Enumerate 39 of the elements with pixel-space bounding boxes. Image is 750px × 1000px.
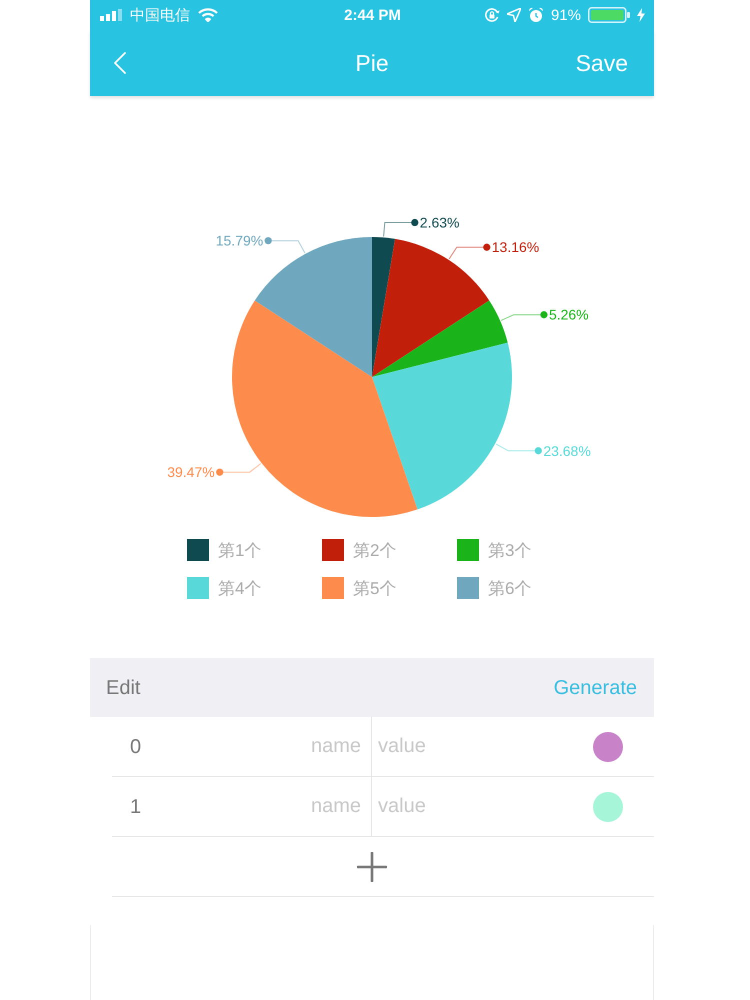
row-index: 1 bbox=[130, 796, 142, 816]
data-label: 13.16% bbox=[492, 239, 540, 256]
legend-label: 第2个 bbox=[353, 542, 396, 558]
leader-line bbox=[264, 237, 306, 254]
chevron-left-icon bbox=[114, 52, 126, 74]
leader-line bbox=[383, 218, 418, 237]
signal-icon bbox=[100, 9, 122, 21]
battery-icon bbox=[588, 7, 630, 23]
data-label: 39.47% bbox=[167, 464, 215, 480]
data-label: 2.63% bbox=[420, 214, 460, 231]
legend-label: 第6个 bbox=[488, 580, 532, 596]
legend-label: 第5个 bbox=[353, 580, 396, 596]
charging-bolt-icon bbox=[637, 8, 645, 22]
data-label: 23.68% bbox=[543, 442, 591, 459]
leader-line bbox=[500, 311, 548, 321]
alarm-clock-icon bbox=[528, 7, 544, 23]
location-arrow-icon bbox=[506, 8, 521, 22]
legend-label: 第4个 bbox=[218, 580, 262, 596]
legend-label: 第3个 bbox=[488, 542, 532, 558]
battery-percentage: 91% bbox=[550, 8, 581, 22]
row-index: 0 bbox=[130, 736, 142, 756]
leader-line bbox=[448, 244, 490, 260]
clock-time: 2:44 PM bbox=[344, 8, 401, 22]
leader-line bbox=[496, 444, 542, 454]
save-button[interactable]: Save bbox=[576, 52, 628, 74]
section-title: Edit bbox=[106, 678, 140, 698]
carrier-name: 中国电信 bbox=[130, 8, 190, 22]
leader-line bbox=[216, 463, 262, 476]
rotation-lock-icon bbox=[484, 7, 500, 23]
color-swatch-icon[interactable] bbox=[593, 792, 623, 822]
color-swatch-icon[interactable] bbox=[593, 732, 623, 762]
legend-label: 第1个 bbox=[218, 542, 262, 558]
page-title: Pie bbox=[355, 52, 389, 74]
wifi-icon bbox=[198, 8, 218, 22]
data-label: 15.79% bbox=[216, 232, 264, 249]
plus-icon bbox=[357, 852, 387, 882]
generate-button[interactable]: Generate bbox=[554, 678, 637, 698]
data-label: 5.26% bbox=[548, 306, 589, 323]
back-button[interactable] bbox=[114, 52, 126, 74]
